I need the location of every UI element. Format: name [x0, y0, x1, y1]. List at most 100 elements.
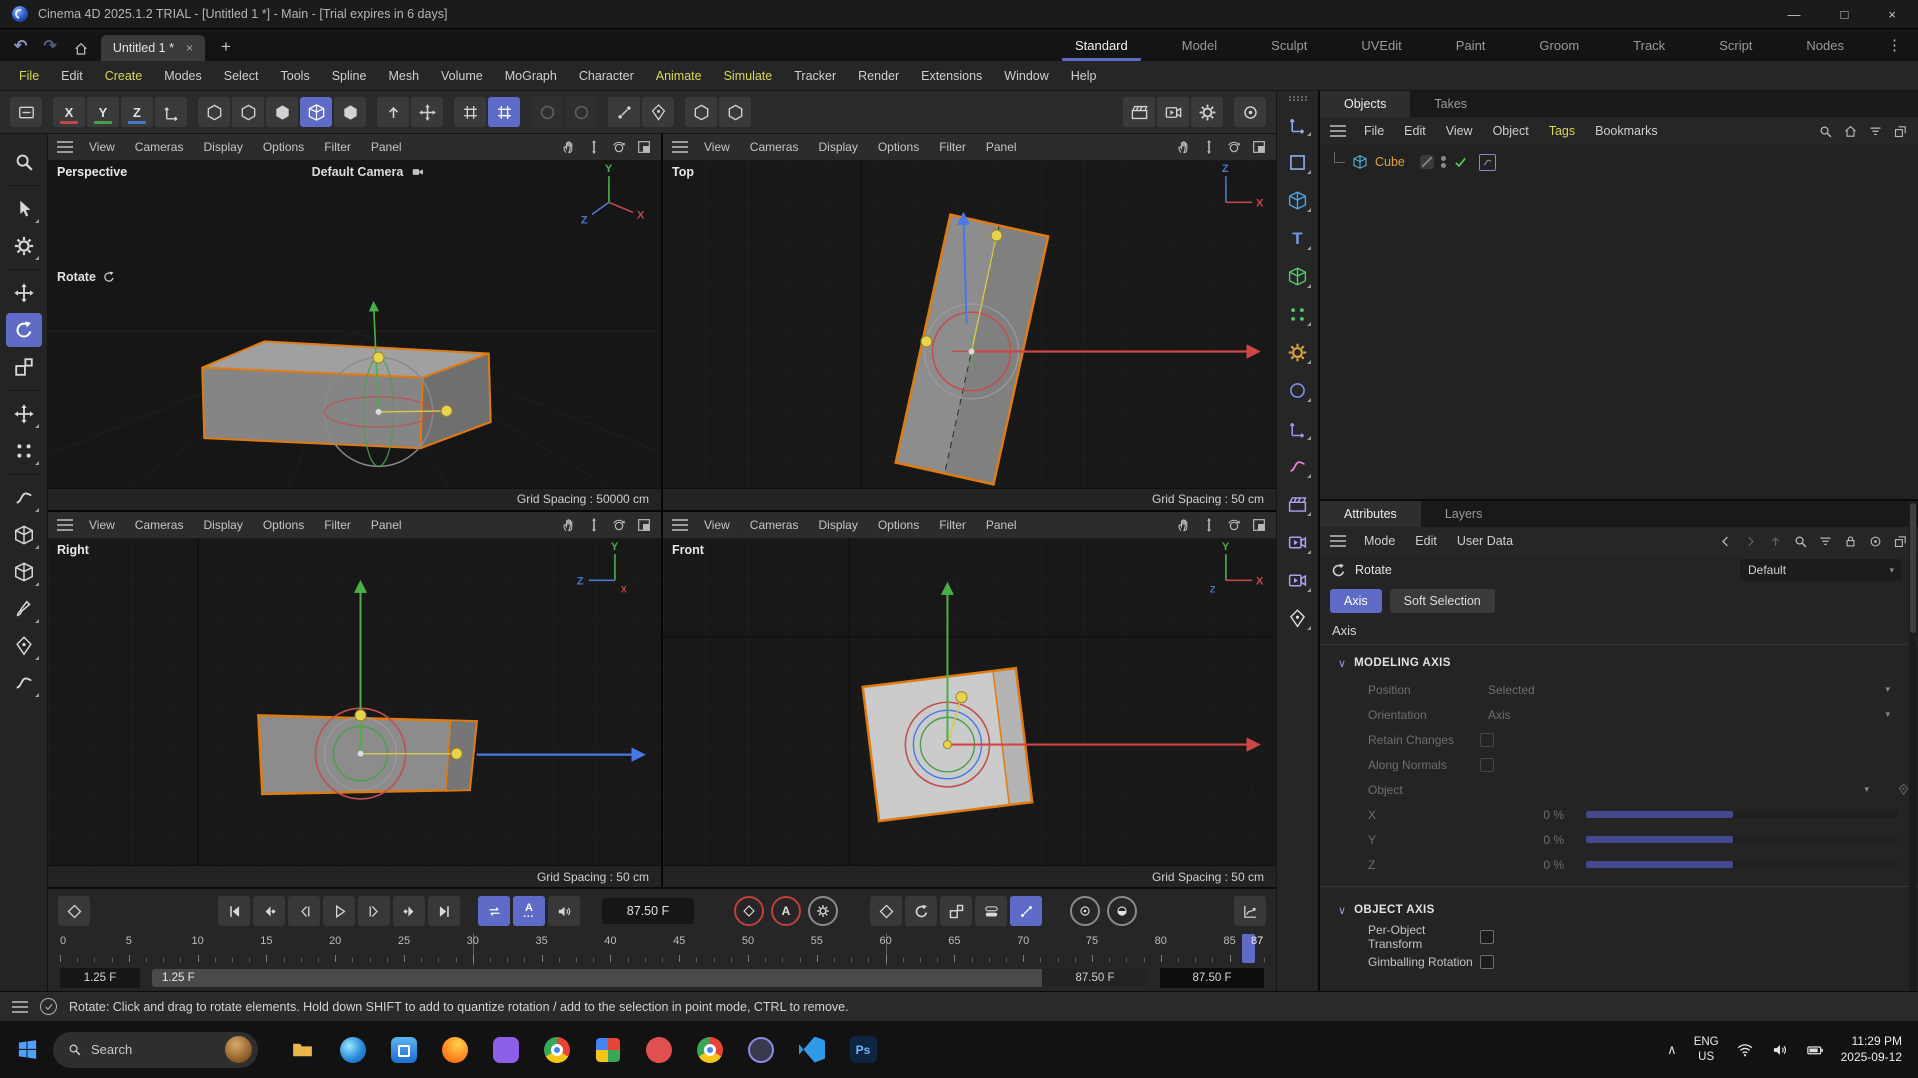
fcurve-button[interactable] — [1234, 896, 1266, 926]
objects-menu-bookmarks[interactable]: Bookmarks — [1585, 124, 1668, 138]
move-tool[interactable] — [6, 276, 42, 310]
annotation-icon[interactable] — [1282, 604, 1314, 633]
menu-spline[interactable]: Spline — [321, 69, 378, 83]
animation-mode-button[interactable] — [334, 97, 366, 127]
viewport-menu-view[interactable]: View — [89, 518, 115, 532]
lock-x-axis-button[interactable]: X — [53, 97, 85, 127]
workspace-tab-groom[interactable]: Groom — [1512, 29, 1606, 61]
panel-menu-grip[interactable] — [1330, 125, 1346, 137]
wifi-icon[interactable] — [1736, 1041, 1754, 1059]
set-keyframe-button[interactable] — [58, 896, 90, 926]
layer-toggle[interactable] — [1420, 155, 1434, 169]
search-icon[interactable] — [1818, 124, 1833, 139]
visibility-dots[interactable] — [1441, 156, 1446, 168]
point-transform-tool[interactable] — [6, 434, 42, 468]
attributes-menu-edit[interactable]: Edit — [1405, 534, 1447, 548]
x-value-field[interactable]: 0 % — [1480, 805, 1572, 825]
dolly-view-icon[interactable] — [1201, 517, 1217, 533]
locked-workplane-button[interactable] — [531, 97, 563, 127]
rotate-tool[interactable] — [6, 313, 42, 347]
group-header-modeling-axis[interactable]: ∨MODELING AXIS — [1320, 649, 1918, 677]
maximize-button[interactable]: □ — [1841, 7, 1849, 22]
status-menu-grip[interactable] — [12, 1001, 28, 1013]
planar-workplane-button[interactable] — [565, 97, 597, 127]
perspective-canvas[interactable]: Y X Z Perspective Default Camera — [48, 160, 661, 488]
taskbar-app-chrome-beta[interactable] — [696, 1036, 724, 1064]
workspace-tab-script[interactable]: Script — [1692, 29, 1779, 61]
front-canvas[interactable]: Y X Z Front — [663, 538, 1276, 866]
render-safe-button[interactable] — [10, 97, 42, 127]
attributes-tab-layers[interactable]: Layers — [1421, 501, 1507, 527]
pan-view-icon[interactable] — [561, 517, 577, 533]
viewport-menu-grip[interactable] — [57, 141, 73, 153]
undo-icon[interactable]: ↶ — [10, 36, 31, 61]
phong-tag-icon[interactable] — [1479, 154, 1496, 171]
model-mode-button[interactable] — [232, 97, 264, 127]
coordinate-system-button[interactable] — [155, 97, 187, 127]
sketch-tool[interactable] — [6, 592, 42, 626]
close-button[interactable]: × — [1888, 7, 1896, 22]
viewport-menu-options[interactable]: Options — [263, 140, 304, 154]
viewport-menu-options[interactable]: Options — [878, 518, 919, 532]
forward-icon[interactable] — [1743, 534, 1758, 549]
viewport-menu-filter[interactable]: Filter — [939, 518, 966, 532]
gimballing-rotation-checkbox[interactable] — [1480, 955, 1494, 969]
menu-character[interactable]: Character — [568, 69, 645, 83]
taskbar-app-vscode[interactable] — [798, 1036, 826, 1064]
viewport-menu-filter[interactable]: Filter — [939, 140, 966, 154]
workspace-menu-icon[interactable]: ⋮ — [1881, 36, 1908, 54]
bend-deformer-icon[interactable] — [1282, 452, 1314, 481]
orbit-view-icon[interactable] — [611, 517, 627, 533]
pen-tool[interactable] — [6, 629, 42, 663]
viewport-menu-cameras[interactable]: Cameras — [750, 518, 799, 532]
filter-icon[interactable] — [1868, 124, 1883, 139]
range-slider[interactable]: 1.25 F 87.50 F — [152, 969, 1148, 987]
orientation-dropdown[interactable]: Axis▾ — [1480, 705, 1898, 725]
current-frame-field[interactable]: 87.50 F — [602, 898, 694, 924]
menu-help[interactable]: Help — [1060, 69, 1108, 83]
panel-menu-grip[interactable] — [1330, 535, 1346, 547]
enabled-check-icon[interactable] — [1453, 155, 1468, 170]
toggle-view-icon[interactable] — [636, 139, 652, 155]
menu-file[interactable]: File — [8, 69, 50, 83]
key-scale-button[interactable] — [940, 896, 972, 926]
dolly-view-icon[interactable] — [586, 517, 602, 533]
new-tab-button[interactable]: + — [213, 37, 239, 61]
range-start-field[interactable]: 1.25 F — [60, 968, 140, 988]
instance-icon[interactable] — [1282, 262, 1314, 291]
camera-morph-icon[interactable] — [1282, 566, 1314, 595]
attributes-menu-mode[interactable]: Mode — [1354, 534, 1405, 548]
key-parameter-button[interactable] — [975, 896, 1007, 926]
new-panel-icon[interactable] — [1893, 534, 1908, 549]
record-keyframe-button[interactable] — [734, 896, 764, 926]
preset-dropdown[interactable]: Default ▾ — [1740, 559, 1902, 581]
menu-tracker[interactable]: Tracker — [783, 69, 847, 83]
cluster-icon[interactable] — [1282, 300, 1314, 329]
motion-clip-icon[interactable] — [1282, 490, 1314, 519]
per-object-transform-checkbox[interactable] — [1480, 930, 1494, 944]
next-frame-button[interactable] — [358, 896, 390, 926]
object-mode-button[interactable] — [300, 97, 332, 127]
workspace-tab-model[interactable]: Model — [1155, 29, 1244, 61]
viewport-menu-cameras[interactable]: Cameras — [135, 140, 184, 154]
generator-icon[interactable] — [1282, 338, 1314, 367]
viewport-menu-panel[interactable]: Panel — [986, 518, 1017, 532]
taskbar-app-tiles-app[interactable] — [594, 1036, 622, 1064]
redo-icon[interactable]: ↷ — [39, 36, 60, 61]
viewport-menu-panel[interactable]: Panel — [371, 140, 402, 154]
pan-view-icon[interactable] — [1176, 517, 1192, 533]
z-value-field[interactable]: 0 % — [1480, 855, 1572, 875]
viewport-menu-panel[interactable]: Panel — [371, 518, 402, 532]
objects-tab-takes[interactable]: Takes — [1410, 91, 1491, 117]
attributes-menu-user-data[interactable]: User Data — [1447, 534, 1523, 548]
viewport-menu-cameras[interactable]: Cameras — [135, 518, 184, 532]
goto-end-button[interactable] — [428, 896, 460, 926]
rectangle-selection-icon[interactable] — [1282, 148, 1314, 177]
keyframe-selection-button[interactable] — [1070, 896, 1100, 926]
scrollbar[interactable] — [1909, 501, 1917, 991]
mode-button-axis[interactable]: Axis — [1330, 589, 1382, 613]
lock-icon[interactable] — [1843, 534, 1858, 549]
edit-render-settings-button[interactable] — [1191, 97, 1223, 127]
coordinates-icon[interactable] — [1282, 110, 1314, 139]
taskbar-app-photoshop[interactable]: Ps — [849, 1036, 877, 1064]
